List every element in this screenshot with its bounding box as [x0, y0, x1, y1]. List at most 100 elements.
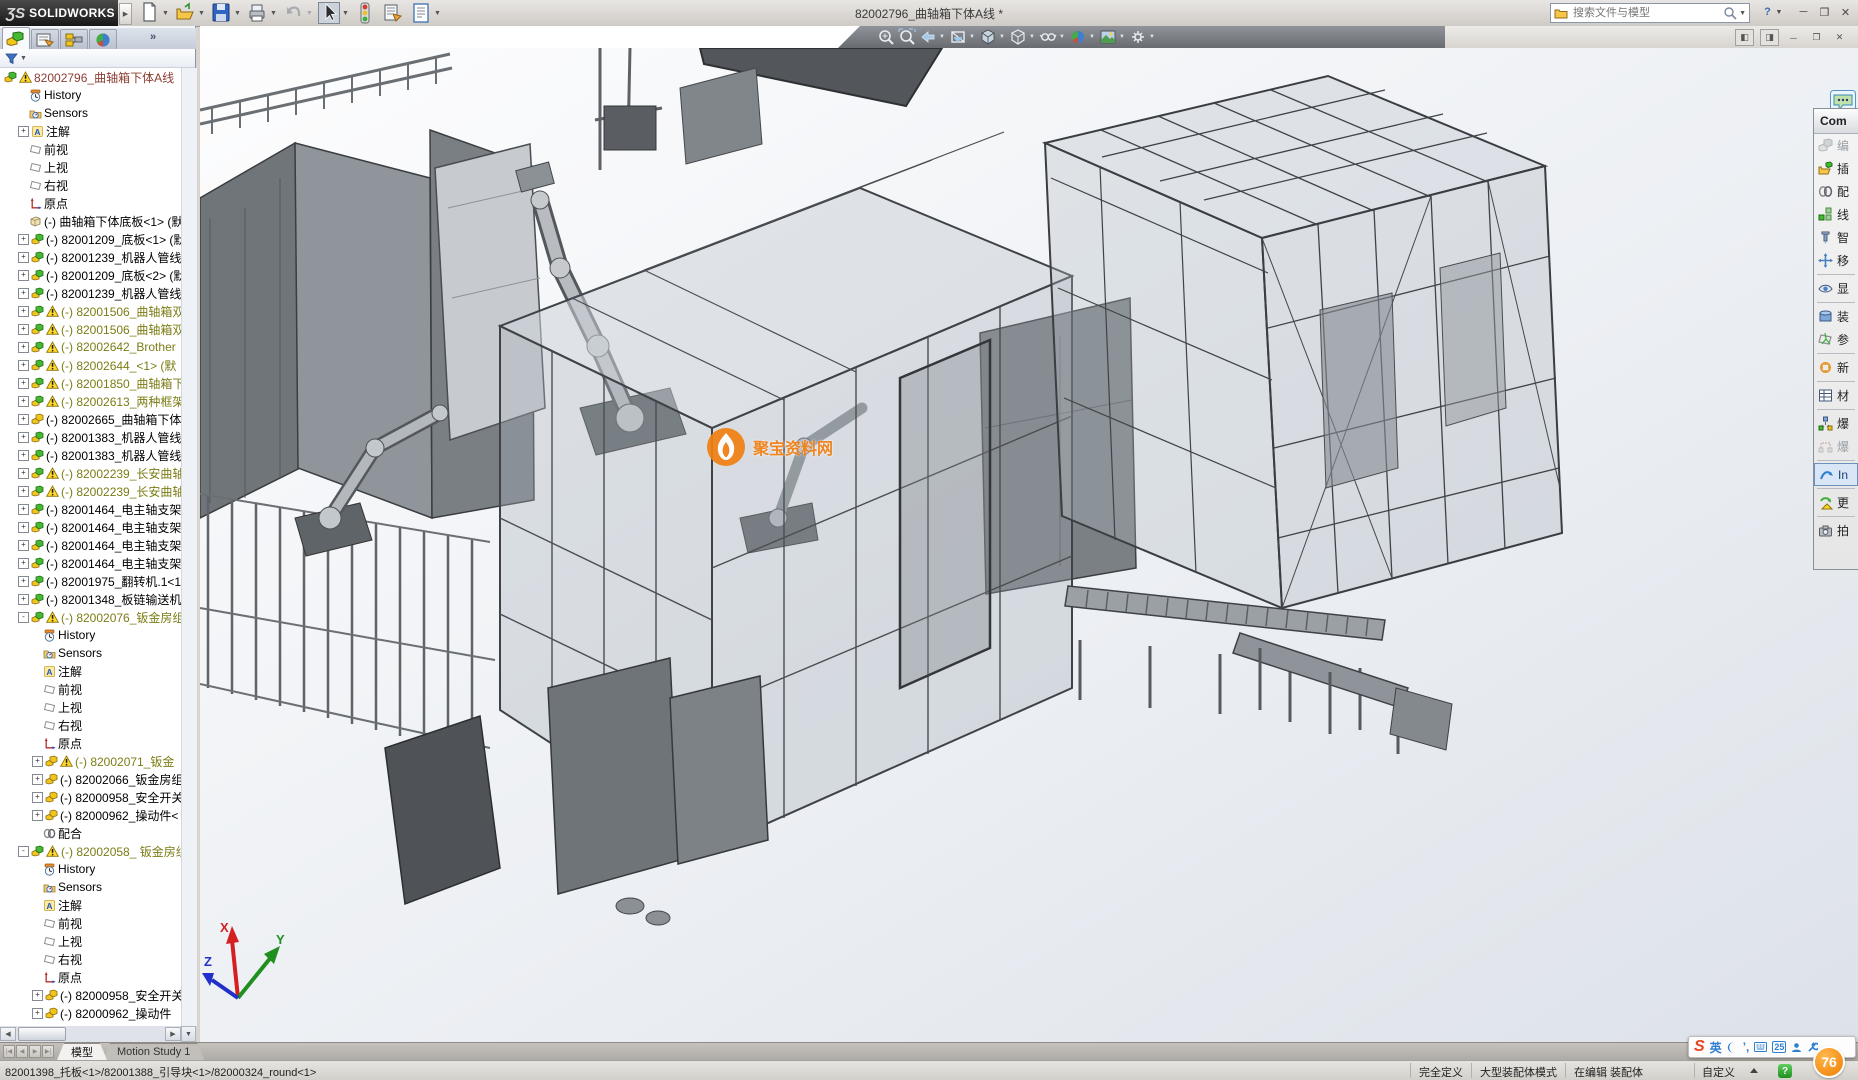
- doc-restore-button[interactable]: ❐: [1808, 30, 1825, 45]
- update-assembly-button[interactable]: 更: [1814, 491, 1858, 514]
- tree-item[interactable]: Sensors: [0, 878, 102, 896]
- tree-item[interactable]: +(-) 82001348_板链输送机: [0, 590, 181, 608]
- expand-toggle[interactable]: +: [18, 396, 29, 407]
- new-document-caret-icon[interactable]: ▼: [162, 10, 170, 18]
- status-help-icon[interactable]: ?: [1778, 1064, 1792, 1078]
- expand-toggle[interactable]: +: [18, 306, 29, 317]
- open-button[interactable]: [174, 2, 196, 24]
- tree-item[interactable]: +(-) 82002642_Brother: [0, 338, 176, 356]
- tree-item[interactable]: +(-) 82001975_翻转机.1<1: [0, 572, 181, 590]
- tree-item[interactable]: +(-) 82001209_底板<2> (默: [0, 266, 181, 284]
- expand-toggle[interactable]: +: [18, 504, 29, 515]
- tree-item[interactable]: +(-) 82002644_<1> (默: [0, 356, 176, 374]
- toolbar-expander[interactable]: ▶: [119, 3, 132, 25]
- section-view-button[interactable]: [948, 28, 967, 47]
- tree-item[interactable]: 上视: [0, 698, 82, 716]
- expand-toggle[interactable]: +: [18, 252, 29, 263]
- tab-next-icon[interactable]: ▶: [29, 1045, 41, 1058]
- view-orientation-button[interactable]: [978, 28, 997, 47]
- new-document-button[interactable]: [138, 2, 160, 24]
- previous-view-caret-icon[interactable]: ▼: [939, 34, 946, 40]
- tree-item[interactable]: 原点: [0, 968, 82, 986]
- tab-prev-icon[interactable]: ◀: [16, 1045, 28, 1058]
- tree-item[interactable]: +(-) 82001506_曲轴箱双: [0, 302, 181, 320]
- panel-expand-chevron[interactable]: »: [150, 31, 166, 45]
- doc-close-button[interactable]: ✕: [1831, 30, 1848, 45]
- tree-item[interactable]: +(-) 82002239_长安曲轴: [0, 464, 181, 482]
- tree-scroll-track[interactable]: [181, 68, 197, 1026]
- tree-item[interactable]: 上视: [0, 158, 68, 176]
- tab-first-icon[interactable]: |◀: [3, 1045, 15, 1058]
- tree-item[interactable]: 82002796_曲轴箱下体A线: [0, 68, 174, 86]
- tree-item[interactable]: +(-) 82002071_钣金: [0, 752, 174, 770]
- new-motion-study-button[interactable]: 新: [1814, 356, 1858, 379]
- display-style-caret-icon[interactable]: ▼: [1029, 34, 1036, 40]
- expand-toggle[interactable]: +: [18, 558, 29, 569]
- sogou-logo-icon[interactable]: S: [1694, 1039, 1705, 1055]
- expand-toggle[interactable]: +: [32, 990, 43, 1001]
- expand-toggle[interactable]: +: [18, 324, 29, 335]
- tree-item[interactable]: +A注解: [0, 122, 70, 140]
- instant3d-button[interactable]: In: [1814, 463, 1858, 486]
- tree-item[interactable]: +(-) 82001383_机器人管线: [0, 428, 181, 446]
- tree-item[interactable]: 原点: [0, 734, 82, 752]
- model-canvas[interactable]: [200, 48, 1858, 1042]
- apply-scene-caret-icon[interactable]: ▼: [1119, 34, 1126, 40]
- print-button[interactable]: [246, 2, 268, 24]
- tree-item[interactable]: Sensors: [0, 104, 88, 122]
- tree-item[interactable]: +(-) 82000962_操动件: [0, 1004, 171, 1022]
- tree-item[interactable]: A注解: [0, 662, 82, 680]
- tree-item[interactable]: +(-) 82000958_安全开关: [0, 986, 181, 1004]
- search-magnifier-icon[interactable]: [1723, 6, 1737, 20]
- expand-toggle[interactable]: +: [18, 486, 29, 497]
- tree-item[interactable]: +(-) 82002665_曲轴箱下体: [0, 410, 181, 428]
- ime-fullhalf-icon[interactable]: [1727, 1042, 1738, 1053]
- panel-tab-featuremanager-tree[interactable]: [2, 27, 30, 49]
- tree-item[interactable]: +(-) 82001383_机器人管线: [0, 446, 181, 464]
- tree-horizontal-scrollbar[interactable]: ◀ ▶: [0, 1026, 181, 1042]
- tree-item[interactable]: +(-) 82001464_电主轴支架: [0, 500, 181, 518]
- panel-tab-propertymanager[interactable]: [31, 29, 59, 49]
- view-settings-button[interactable]: [1128, 28, 1147, 47]
- apply-scene-button[interactable]: [1098, 28, 1117, 47]
- view-orientation-caret-icon[interactable]: ▼: [999, 34, 1006, 40]
- rebuild-traffic-light-button[interactable]: [354, 2, 376, 24]
- expand-toggle[interactable]: +: [32, 810, 43, 821]
- solidworks-logo[interactable]: ƷS SOLIDWORKS: [0, 0, 118, 26]
- take-snapshot-button[interactable]: 拍: [1814, 519, 1858, 542]
- panel-tab-displaymanager[interactable]: [89, 29, 117, 49]
- tree-item[interactable]: 右视: [0, 176, 68, 194]
- select-cursor-caret-icon[interactable]: ▼: [342, 10, 350, 18]
- tree-item[interactable]: -(-) 82002076_钣金房组: [0, 608, 181, 626]
- expand-toggle[interactable]: +: [18, 360, 29, 371]
- mate-button[interactable]: 配: [1814, 180, 1858, 203]
- tree-item[interactable]: +(-) 82001239_机器人管线: [0, 284, 181, 302]
- sogou-day-badge[interactable]: 76: [1813, 1046, 1845, 1078]
- insert-components-button[interactable]: 插: [1814, 157, 1858, 180]
- display-style-button[interactable]: [1008, 28, 1027, 47]
- select-cursor-button[interactable]: [318, 2, 340, 24]
- expand-toggle[interactable]: +: [18, 522, 29, 533]
- expand-toggle[interactable]: +: [18, 432, 29, 443]
- tree-item[interactable]: +(-) 82000962_操动件<: [0, 806, 178, 824]
- linear-component-pattern-button[interactable]: 线: [1814, 203, 1858, 226]
- zoom-to-area-button[interactable]: [897, 28, 916, 47]
- exploded-view-button[interactable]: 爆: [1814, 412, 1858, 435]
- search-input[interactable]: [1571, 6, 1721, 20]
- expand-toggle[interactable]: +: [18, 468, 29, 479]
- ime-language-toggle[interactable]: 英: [1710, 1039, 1722, 1056]
- tab-last-icon[interactable]: ▶|: [42, 1045, 54, 1058]
- bill-of-materials-button[interactable]: 材: [1814, 384, 1858, 407]
- expand-toggle[interactable]: +: [18, 288, 29, 299]
- tree-item[interactable]: 右视: [0, 716, 82, 734]
- tree-filter-bar[interactable]: ▼: [0, 49, 195, 68]
- tree-scroll-down-icon[interactable]: ▼: [181, 1026, 196, 1042]
- panel-tab-configurationmanager[interactable]: [60, 29, 88, 49]
- expand-toggle[interactable]: +: [18, 234, 29, 245]
- tree-item[interactable]: +(-) 82000958_安全开关: [0, 788, 181, 806]
- tree-item[interactable]: 上视: [0, 932, 82, 950]
- save-button[interactable]: [210, 2, 232, 24]
- tree-item[interactable]: +(-) 82001464_电主轴支架: [0, 554, 181, 572]
- scroll-right-icon[interactable]: ▶: [165, 1027, 181, 1041]
- tree-item[interactable]: 原点: [0, 194, 68, 212]
